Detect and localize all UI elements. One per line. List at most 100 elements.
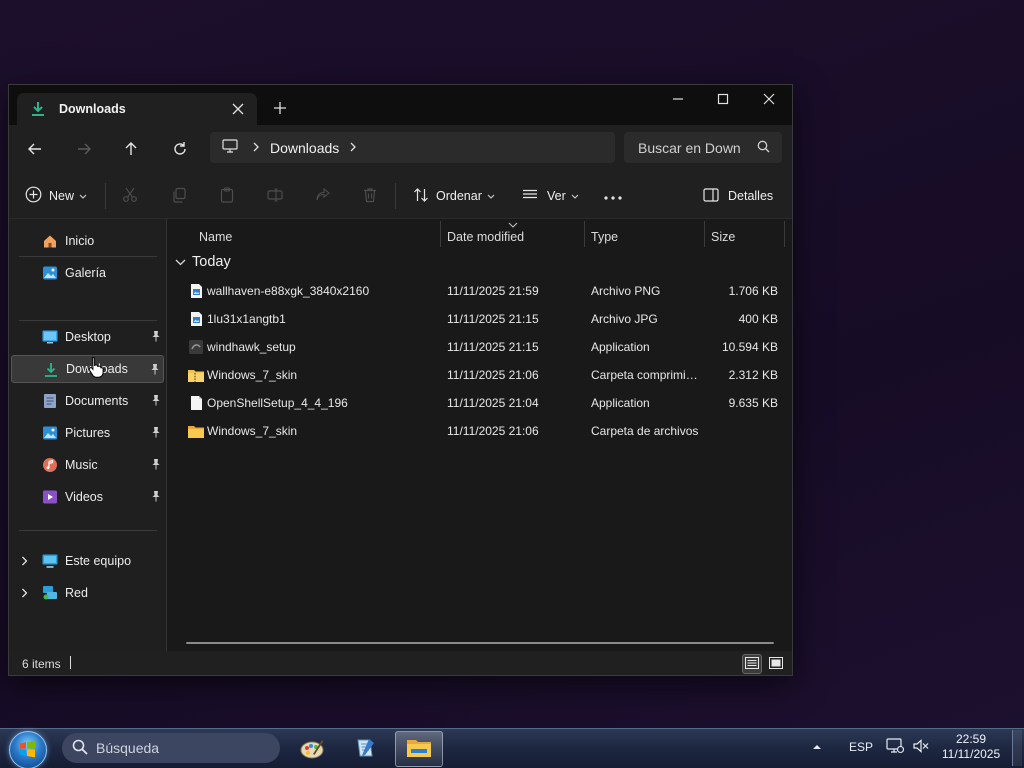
new-button[interactable]: New <box>25 186 87 206</box>
pin-icon[interactable] <box>151 426 161 441</box>
mouse-pointer-icon <box>88 356 104 381</box>
image-file-icon <box>187 310 205 328</box>
column-header-size[interactable]: Size <box>711 227 735 247</box>
column-header-label: Type <box>591 230 619 244</box>
pin-icon[interactable] <box>151 394 161 409</box>
column-header-type[interactable]: Type <box>591 227 618 247</box>
chevron-right-icon[interactable] <box>252 141 260 155</box>
delete-button[interactable] <box>362 187 378 205</box>
chevron-right-icon[interactable] <box>21 555 28 569</box>
show-desktop-button[interactable] <box>1012 730 1022 766</box>
folder-icon <box>187 422 205 440</box>
start-button[interactable] <box>9 731 47 768</box>
sidebar-item-galeria[interactable]: Galería <box>11 259 164 287</box>
sidebar-item-documents[interactable]: Documents <box>11 387 164 415</box>
file-size: 9.635 KB <box>728 396 778 410</box>
search-placeholder: Buscar en Down <box>638 139 741 156</box>
display-settings-icon[interactable] <box>886 738 905 757</box>
sidebar-item-inicio[interactable]: Inicio <box>11 227 164 255</box>
file-type: Archivo JPG <box>591 312 658 326</box>
close-tab-icon[interactable] <box>229 100 247 118</box>
file-row[interactable]: windhawk_setup 11/11/2025 21:15 Applicat… <box>175 333 787 361</box>
address-bar[interactable]: Downloads <box>210 132 615 163</box>
chevron-right-icon[interactable] <box>21 587 28 601</box>
tab-title: Downloads <box>59 102 126 116</box>
column-separator[interactable] <box>784 221 785 247</box>
column-header-name[interactable]: Name <box>199 227 232 247</box>
tiles-view-button[interactable] <box>766 654 786 674</box>
copy-button[interactable] <box>171 187 187 205</box>
pin-icon[interactable] <box>151 458 161 473</box>
details-label: Detalles <box>728 189 774 203</box>
file-row[interactable]: 1lu31x1angtb1 11/11/2025 21:15 Archivo J… <box>175 305 787 333</box>
sidebar-divider <box>19 320 157 321</box>
sidebar-label: Desktop <box>65 330 111 344</box>
sidebar-label: Inicio <box>65 234 95 248</box>
close-window-button[interactable] <box>746 85 792 113</box>
share-button[interactable] <box>315 187 331 205</box>
sidebar-item-videos[interactable]: Videos <box>11 483 164 511</box>
sidebar-item-desktop[interactable]: Desktop <box>11 323 164 351</box>
details-pane-button[interactable]: Detalles <box>703 187 773 205</box>
file-row[interactable]: Windows_7_skin 11/11/2025 21:06 Carpeta … <box>175 361 787 389</box>
column-separator[interactable] <box>584 221 585 247</box>
up-button[interactable] <box>117 135 145 163</box>
file-row[interactable]: OpenShellSetup_4_4_196 11/11/2025 21:04 … <box>175 389 787 417</box>
view-button[interactable]: Ver <box>522 187 579 205</box>
trash-icon <box>362 187 378 206</box>
file-row[interactable]: wallhaven-e88xgk_3840x2160 11/11/2025 21… <box>175 277 787 305</box>
group-header-today[interactable]: Today <box>175 254 231 270</box>
column-separator[interactable] <box>704 221 705 247</box>
file-date: 11/11/2025 21:15 <box>447 340 539 354</box>
back-button[interactable] <box>21 135 49 163</box>
pin-icon[interactable] <box>151 490 161 505</box>
videos-folder-icon <box>41 488 59 506</box>
sort-button[interactable]: Ordenar <box>413 187 495 205</box>
sidebar-item-red[interactable]: Red <box>11 579 164 607</box>
more-options-button[interactable] <box>604 187 622 205</box>
show-hidden-icons-chevron-icon[interactable] <box>812 740 822 754</box>
home-icon <box>41 232 59 250</box>
cut-button[interactable] <box>122 187 138 205</box>
pin-icon[interactable] <box>151 330 161 345</box>
sidebar-label: Red <box>65 586 88 600</box>
file-size: 400 KB <box>738 312 778 326</box>
search-box[interactable]: Buscar en Down <box>624 132 782 163</box>
file-size: 2.312 KB <box>728 368 778 382</box>
refresh-button[interactable] <box>166 135 194 163</box>
file-row[interactable]: Windows_7_skin 11/11/2025 21:06 Carpeta … <box>175 417 787 445</box>
language-indicator[interactable]: ESP <box>849 740 873 754</box>
file-name: OpenShellSetup_4_4_196 <box>207 396 348 410</box>
sort-label: Ordenar <box>436 189 482 203</box>
view-label: Ver <box>547 189 566 203</box>
file-type: Carpeta comprimida (zip) <box>591 368 703 382</box>
sidebar-item-este-equipo[interactable]: Este equipo <box>11 547 164 575</box>
volume-muted-icon[interactable] <box>912 738 930 757</box>
details-view-button[interactable] <box>742 654 762 674</box>
pin-icon[interactable] <box>150 363 160 378</box>
sidebar-item-pictures[interactable]: Pictures <box>11 419 164 447</box>
taskbar-search-box[interactable]: Búsqueda <box>62 733 280 763</box>
maximize-button[interactable] <box>700 85 746 113</box>
sidebar-item-music[interactable]: Music <box>11 451 164 479</box>
paint-app-icon <box>299 735 325 764</box>
new-tab-button[interactable] <box>271 99 289 117</box>
plus-circle-icon <box>25 186 42 206</box>
ellipsis-icon <box>604 189 622 203</box>
column-header-date-modified[interactable]: Date modified <box>447 227 524 247</box>
file-date: 11/11/2025 21:15 <box>447 312 539 326</box>
taskbar-app-paint[interactable] <box>288 731 336 767</box>
tab-downloads[interactable]: Downloads <box>17 93 257 125</box>
horizontal-scrollbar[interactable] <box>186 642 774 644</box>
rename-button[interactable] <box>267 187 283 205</box>
paste-button[interactable] <box>219 186 235 205</box>
taskbar-clock[interactable]: 22:59 11/11/2025 <box>936 732 1006 762</box>
minimize-button[interactable] <box>655 85 701 113</box>
forward-button[interactable] <box>70 135 98 163</box>
column-separator[interactable] <box>440 221 441 247</box>
chevron-right-icon[interactable] <box>349 141 357 155</box>
file-name: wallhaven-e88xgk_3840x2160 <box>207 284 370 298</box>
taskbar-app-file-explorer[interactable] <box>395 731 443 767</box>
taskbar-app-notepad[interactable] <box>341 731 389 767</box>
breadcrumb-downloads[interactable]: Downloads <box>270 140 339 156</box>
